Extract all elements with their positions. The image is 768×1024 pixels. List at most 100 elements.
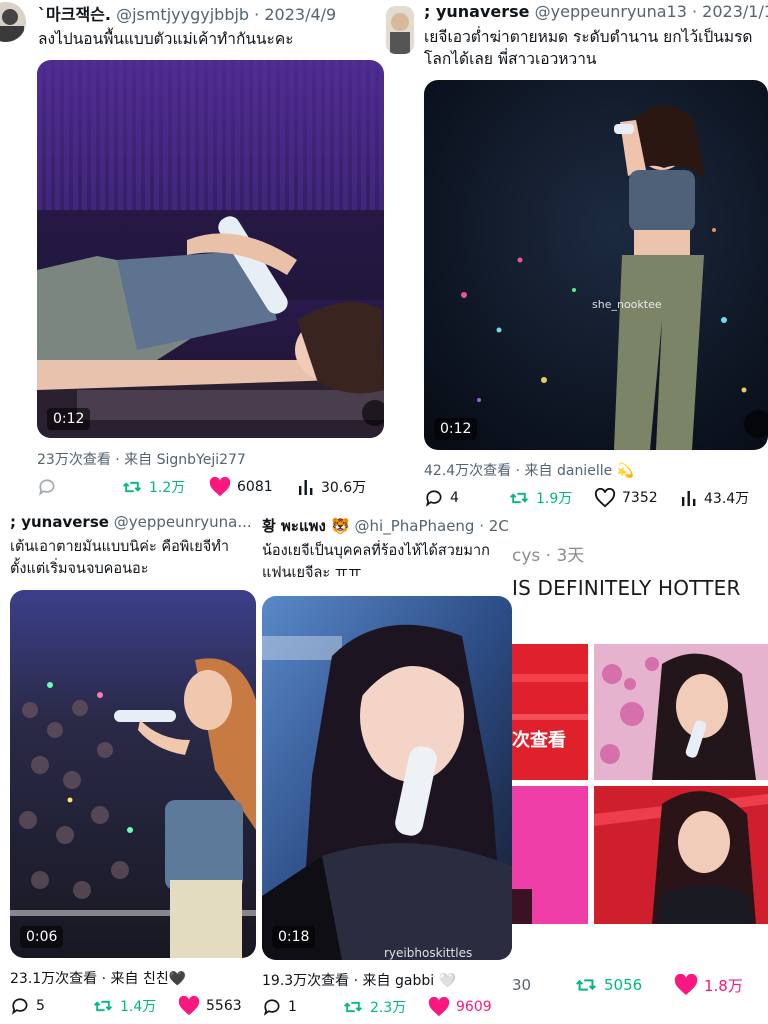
post-header: `마크잭슨. @jsmtjyygyjbbjb · 2023/4/9 xyxy=(38,5,337,24)
retweet-count: 1.9万 xyxy=(536,491,573,507)
author-handle[interactable]: @jsmtjyygyjbbjb xyxy=(116,5,249,24)
views-stat-button[interactable]: 30.6万 xyxy=(297,477,366,497)
reply-count: 5 xyxy=(36,998,45,1014)
image-grid-frame xyxy=(512,644,768,924)
volume-icon[interactable] xyxy=(744,410,768,438)
reply-count: 30 xyxy=(512,976,532,994)
author-handle[interactable]: @yeppeunryuna... xyxy=(114,513,252,531)
reply-icon xyxy=(38,479,55,496)
retweet-button[interactable]: 1.2万 xyxy=(121,477,185,497)
retweet-icon xyxy=(510,492,528,504)
heart-outline-icon xyxy=(594,488,616,508)
video-duration: 0:12 xyxy=(47,408,91,430)
image-grid[interactable]: 次查看 xyxy=(512,644,768,924)
post-text: ลงไปนอนพื้นแบบตัวแม่เค้าทำกันนะคะ xyxy=(38,28,294,50)
author-name[interactable]: ; yunaverse xyxy=(424,2,530,21)
post-panel-4: 황 พะแพง 🐯 @hi_PhaPhaeng · 2C น้องเยจีเป็… xyxy=(256,512,512,1024)
heart-icon xyxy=(428,997,450,1017)
post-header: ; yunaverse @yeppeunryuna13 · 2023/1/15 xyxy=(424,2,768,22)
view-count: 19.3万次查看 · 来自 gabbi 🤍 xyxy=(262,973,456,989)
post-text-line: โลกได้เลย พี่สาวเอวหวาน xyxy=(424,50,597,68)
retweet-icon xyxy=(94,1000,112,1012)
reply-icon xyxy=(425,490,442,507)
like-count: 5563 xyxy=(206,998,242,1014)
reply-button[interactable]: 5 xyxy=(10,996,45,1016)
view-count: 42.4万次查看 · 来自 danielle 💫 xyxy=(424,463,635,479)
like-button[interactable]: 9609 xyxy=(428,997,492,1017)
author-name[interactable]: 황 พะแพง 🐯 xyxy=(262,517,350,535)
reply-count: 1 xyxy=(288,999,297,1015)
like-count: 7352 xyxy=(622,490,658,506)
post-text-line: เยจีเอวต่ำฆ่าตายหมด ระดับตำนาน ยกไว้เป็น… xyxy=(424,28,753,46)
post-text-line: ลงไปนอนพื้นแบบตัวแม่เค้าทำกันนะคะ xyxy=(38,30,294,48)
like-count: 6081 xyxy=(237,479,273,495)
post-date[interactable]: 2023/4/9 xyxy=(264,5,336,24)
retweet-icon xyxy=(344,1001,362,1013)
video-frame xyxy=(37,60,384,438)
video-duration: 0:12 xyxy=(434,418,478,440)
retweet-button[interactable]: 2.3万 xyxy=(342,997,406,1017)
retweet-icon xyxy=(123,481,141,493)
author-name[interactable]: ; yunaverse xyxy=(10,513,109,531)
post-panel-5: cys · 3天 IS DEFINITELY HOTTER 次查看 30 505… xyxy=(512,530,768,1024)
like-button[interactable]: 6081 xyxy=(209,477,273,497)
heart-icon xyxy=(209,477,231,497)
video-player[interactable]: 0:12 xyxy=(37,60,384,438)
post-date[interactable]: 2023/1/15 xyxy=(702,2,768,21)
views-stat-count: 43.4万 xyxy=(704,491,750,507)
post-text-line: น้องเยจีเป็นบุคคลที่ร้องไห้ได้สวยมาก xyxy=(262,543,490,559)
video-player[interactable]: 0:06 xyxy=(10,590,256,958)
post-header: 황 พะแพง 🐯 @hi_PhaPhaeng · 2C xyxy=(262,517,509,535)
reply-icon xyxy=(11,998,28,1015)
avatar[interactable] xyxy=(0,2,26,42)
views-overlay: 次查看 xyxy=(512,730,566,751)
heart-icon xyxy=(674,974,698,995)
post-panel-1: `마크잭슨. @jsmtjyygyjbbjb · 2023/4/9 ลงไปนอ… xyxy=(0,0,384,500)
post-panel-3: ; yunaverse @yeppeunryuna... เต้นเอาตายม… xyxy=(0,508,256,1024)
bar-chart-icon xyxy=(682,491,696,506)
retweet-button[interactable]: 1.4万 xyxy=(92,996,156,1016)
video-watermark: she_nooktee xyxy=(592,298,662,311)
retweet-count: 5056 xyxy=(604,976,643,994)
video-player[interactable]: ryeibhoskittles 0:18 xyxy=(262,596,512,960)
author-name[interactable]: `마크잭슨. xyxy=(38,5,111,24)
views-stat-button[interactable]: 43.4万 xyxy=(680,488,749,508)
post-text: เต้นเอาตายมันแบบนิค่ะ คือพิเยจีทำ ตั้งแต… xyxy=(10,536,229,580)
video-player[interactable]: she_nooktee 0:12 xyxy=(424,80,768,450)
post-panel-2: ; yunaverse @yeppeunryuna13 · 2023/1/15 … xyxy=(384,0,768,510)
reply-count-partial[interactable]: 30 xyxy=(512,976,531,994)
post-text: น้องเยจีเป็นบุคคลที่ร้องไห้ได้สวยมาก แฟน… xyxy=(262,540,490,584)
reply-icon xyxy=(263,999,280,1016)
retweet-count: 1.2万 xyxy=(149,480,186,496)
like-button[interactable]: 7352 xyxy=(594,488,658,508)
author-handle[interactable]: @yeppeunryuna13 xyxy=(535,2,687,21)
post-text-line: เต้นเอาตายมันแบบนิค่ะ คือพิเยจีทำ xyxy=(10,539,229,555)
volume-icon[interactable] xyxy=(362,400,384,426)
reply-button[interactable]: 1 xyxy=(262,997,297,1017)
avatar[interactable] xyxy=(386,6,414,54)
post-header: ; yunaverse @yeppeunryuna... xyxy=(10,512,252,532)
view-count: 23万次查看 · 来自 SignbYeji277 xyxy=(37,452,246,468)
retweet-icon xyxy=(576,979,596,991)
reply-button[interactable]: 4 xyxy=(424,488,459,508)
like-button[interactable]: 5563 xyxy=(178,996,242,1016)
post-text: เยจีเอวต่ำฆ่าตายหมด ระดับตำนาน ยกไว้เป็น… xyxy=(424,26,752,70)
video-duration: 0:18 xyxy=(272,926,316,948)
heart-icon xyxy=(178,996,200,1016)
like-count: 9609 xyxy=(456,999,492,1015)
views-stat-count: 30.6万 xyxy=(321,480,367,496)
retweet-button[interactable]: 1.9万 xyxy=(508,488,572,508)
video-duration: 0:06 xyxy=(20,926,64,948)
video-frame xyxy=(10,590,256,958)
reply-count: 4 xyxy=(450,490,459,506)
retweet-button[interactable]: 5056 xyxy=(574,974,642,996)
reply-button[interactable] xyxy=(37,477,63,497)
post-text: IS DEFINITELY HOTTER xyxy=(512,576,741,600)
video-watermark: ryeibhoskittles xyxy=(384,946,473,960)
like-count: 1.8万 xyxy=(704,976,743,995)
author-handle[interactable]: @hi_PhaPhaeng xyxy=(355,517,475,535)
post-text-line: ตั้งแต่เริ่มจนจบคอนอะ xyxy=(10,561,149,577)
retweet-count: 2.3万 xyxy=(370,1000,407,1016)
post-date[interactable]: 2C xyxy=(489,517,509,535)
like-button[interactable]: 1.8万 xyxy=(674,974,743,996)
